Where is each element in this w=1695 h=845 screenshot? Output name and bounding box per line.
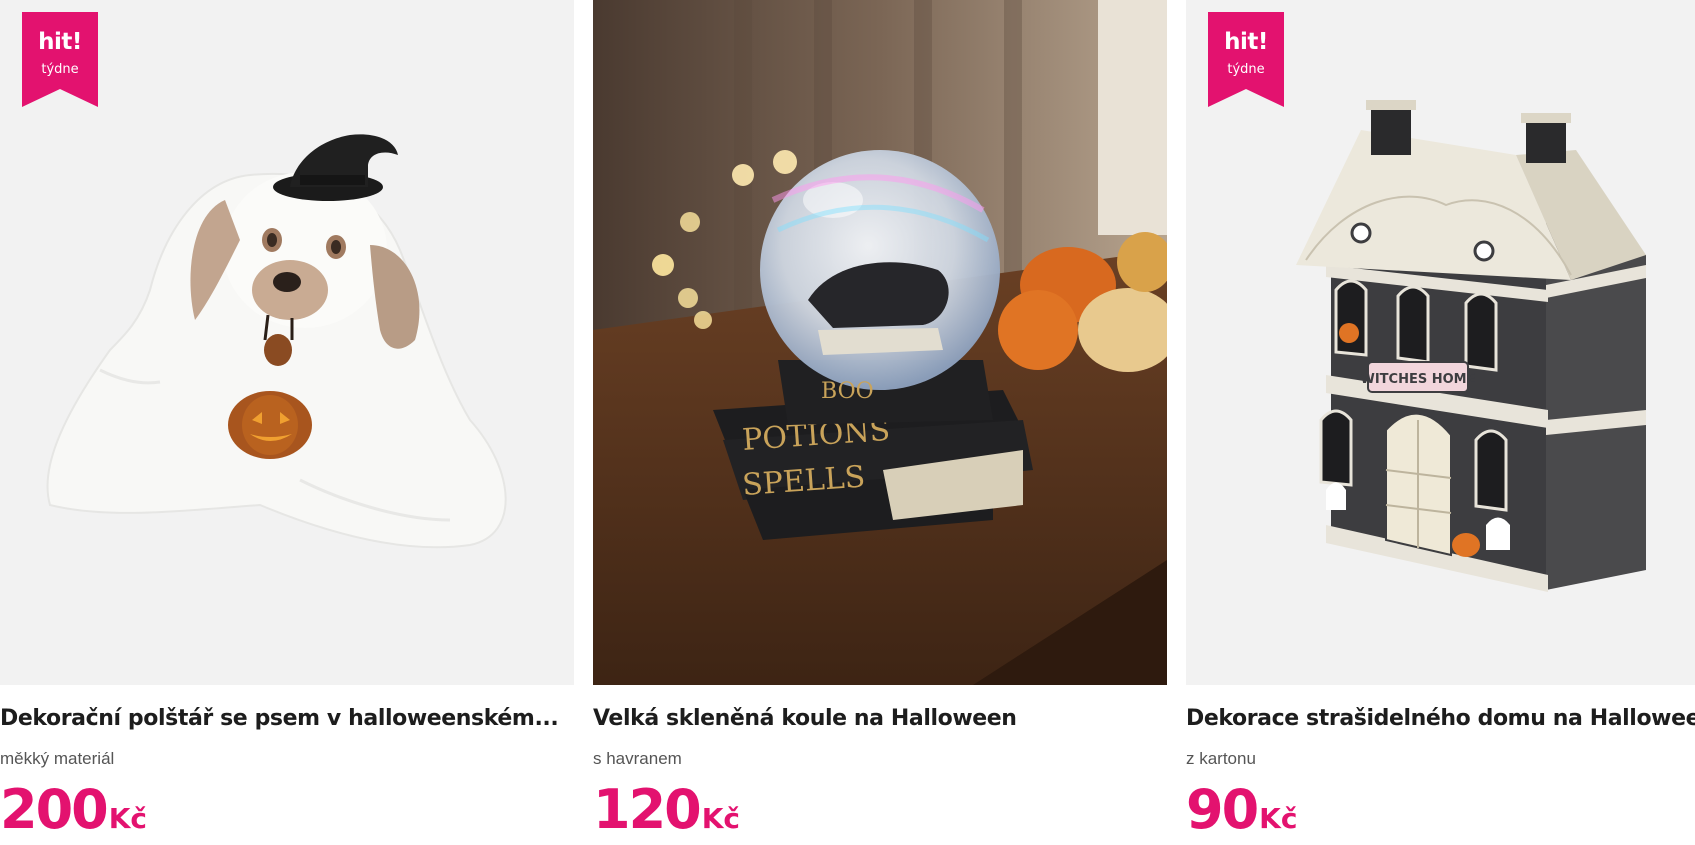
product-price: 200Kč	[0, 778, 147, 841]
product-title[interactable]: Dekorační polštář se psem v halloweenské…	[0, 706, 559, 731]
badge-week-label: týdne	[1227, 62, 1265, 77]
product-subtitle: s havranem	[593, 749, 682, 768]
product-price: 120Kč	[593, 778, 740, 841]
price-currency: Kč	[1259, 802, 1298, 835]
badge-ribbon-icon	[1208, 12, 1284, 107]
product-title[interactable]: Velká skleněná koule na Halloween	[593, 706, 1017, 731]
price-amount: 120	[593, 778, 702, 841]
halloween-snow-globe-image: POTIONS SPELLS BOO	[593, 0, 1167, 685]
badge-ribbon-icon	[22, 12, 98, 107]
product-card-snow-globe[interactable]: POTIONS SPELLS BOO Velká skleněná koule …	[593, 0, 1167, 845]
price-currency: Kč	[108, 802, 148, 835]
price-currency: Kč	[701, 802, 741, 835]
badge-hit-label: hit!	[1224, 29, 1268, 55]
product-card-haunted-house[interactable]: WITCHES HOME hit! týdne Dekorace strašid…	[1186, 0, 1695, 845]
product-title[interactable]: Dekorace strašidelného domu na Halloween	[1186, 706, 1695, 731]
badge-week-label: týdne	[41, 62, 79, 77]
product-image[interactable]: POTIONS SPELLS BOO	[593, 0, 1167, 685]
product-card-ghost-dog-pillow[interactable]: hit! týdne Dekorační polštář se psem v h…	[0, 0, 574, 845]
price-amount: 90	[1186, 778, 1259, 841]
price-amount: 200	[0, 778, 109, 841]
product-price: 90Kč	[1186, 778, 1297, 841]
hit-of-week-badge: hit! týdne	[1208, 12, 1284, 107]
badge-hit-label: hit!	[38, 29, 82, 55]
product-subtitle: měkký materiál	[0, 749, 115, 768]
witches-home-sign: WITCHES HOME	[1361, 372, 1476, 387]
svg-text:BOO: BOO	[821, 379, 874, 404]
hit-of-week-badge: hit! týdne	[22, 12, 98, 107]
product-subtitle: z kartonu	[1186, 749, 1256, 768]
